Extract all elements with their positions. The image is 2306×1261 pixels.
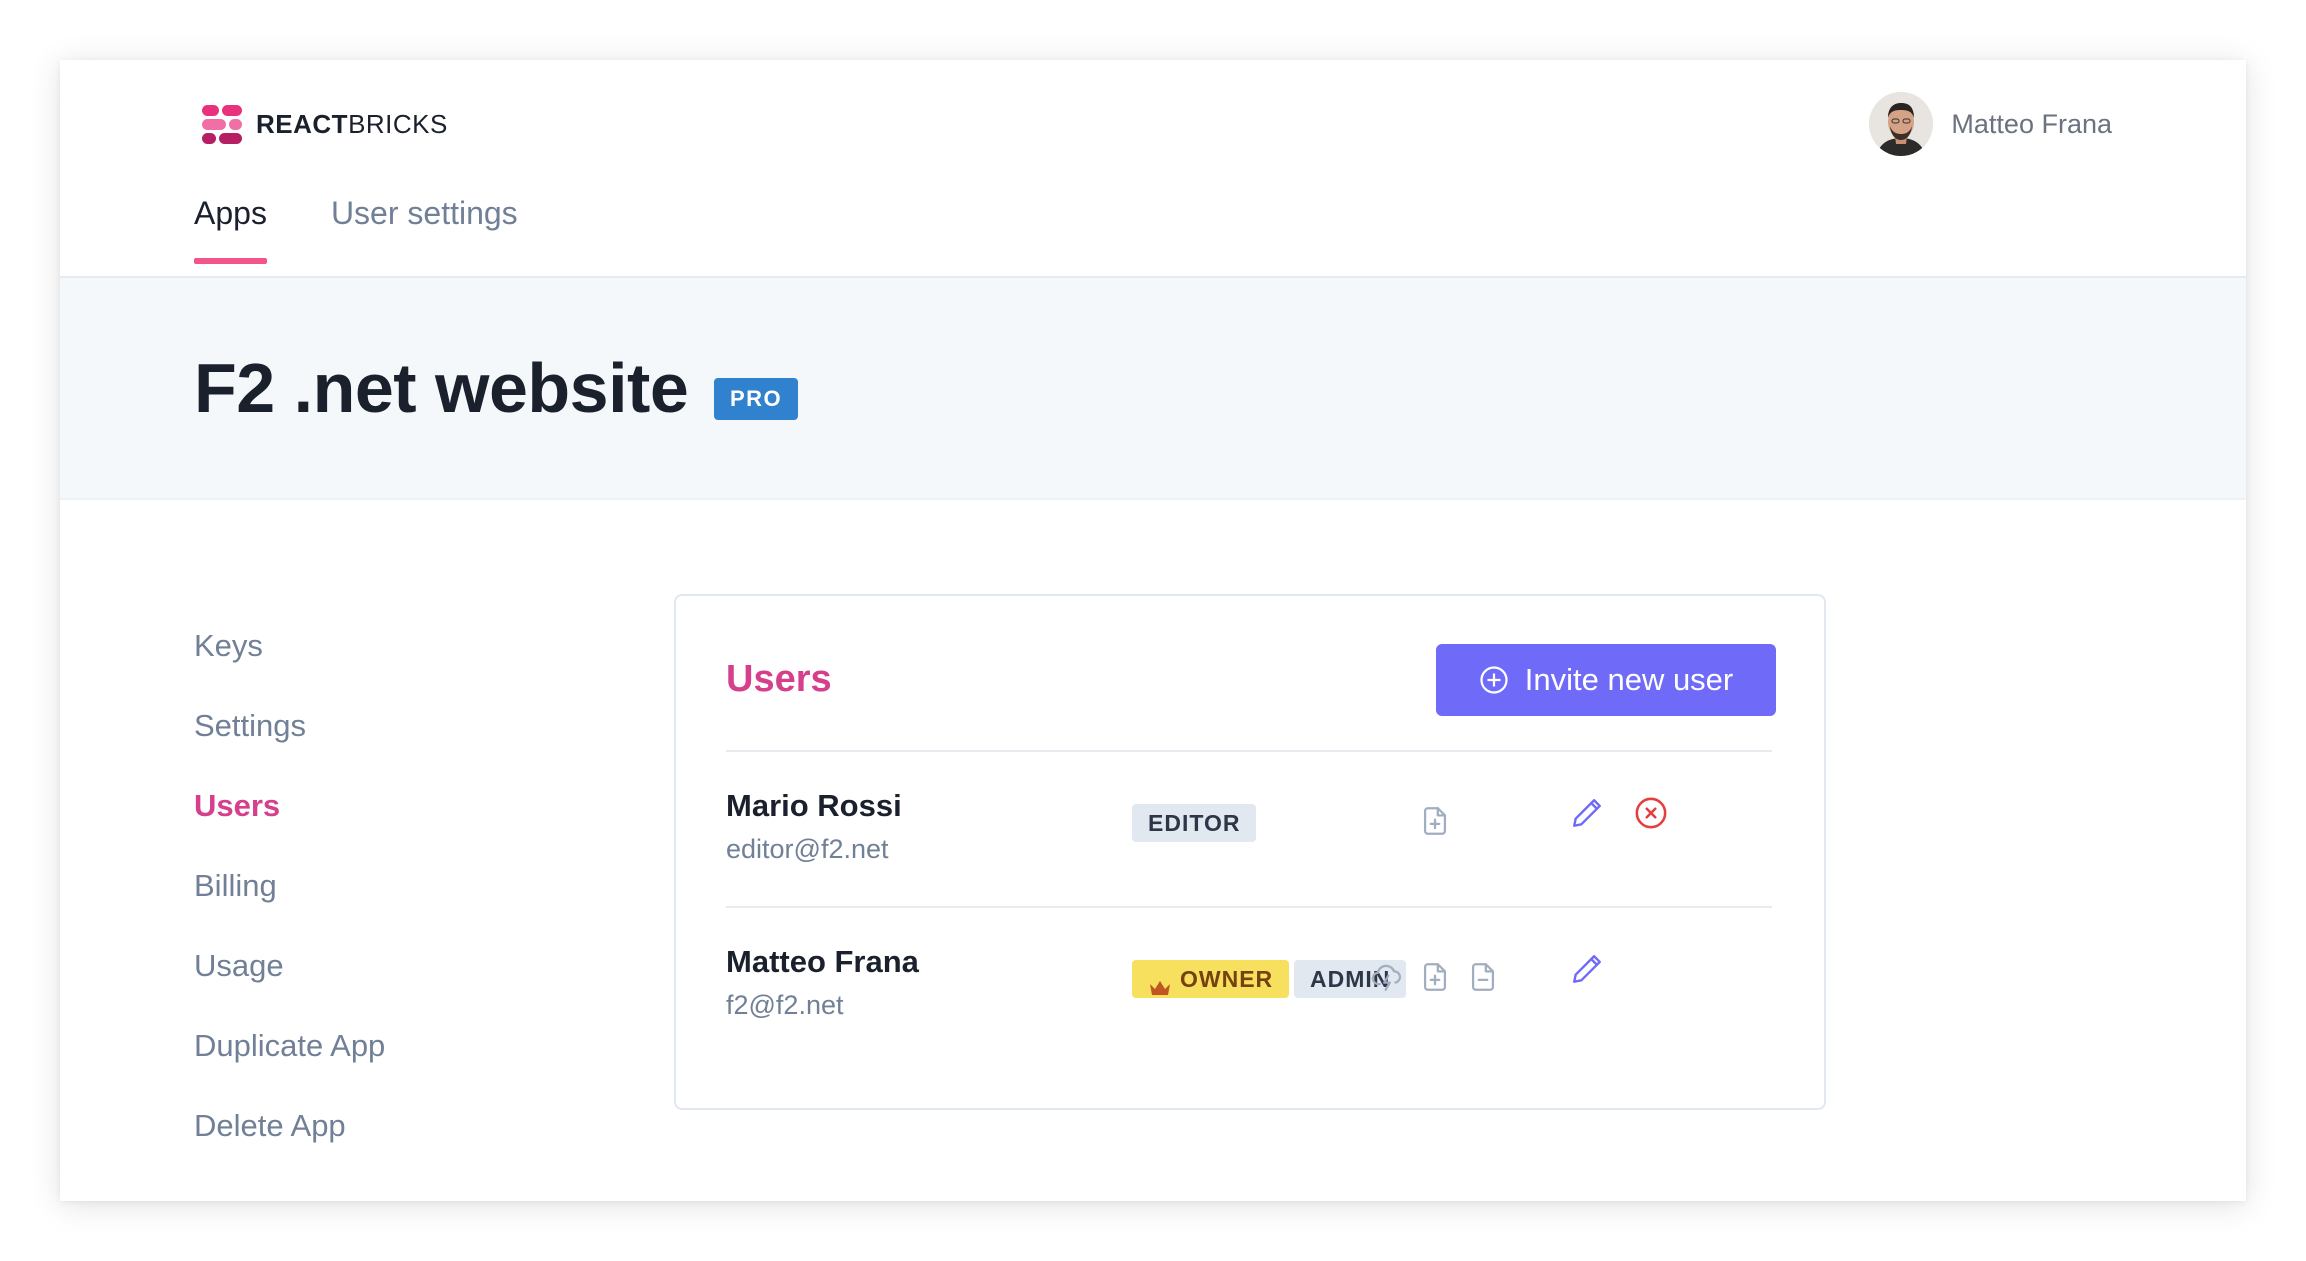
avatar (1869, 92, 1934, 156)
sidebar-item-duplicate-app[interactable]: Duplicate App (194, 1028, 385, 1108)
reactbricks-logo-icon (202, 104, 242, 144)
user-row-name: Mario Rossi (726, 788, 902, 823)
app-sidebar: Keys Settings Users Billing Usage Duplic… (194, 628, 385, 1188)
file-minus-icon (1466, 960, 1500, 994)
role-badge-editor: EDITOR (1132, 804, 1257, 842)
tab-user-settings[interactable]: User settings (331, 195, 518, 262)
user-row-email: editor@f2.net (726, 834, 889, 864)
user-row-email: f2@f2.net (726, 990, 844, 1020)
users-card: Users Invite new user Mario Rossi editor… (674, 594, 1826, 1110)
crown-icon (1148, 970, 1172, 995)
sidebar-item-users[interactable]: Users (194, 788, 385, 868)
file-plus-icon (1418, 804, 1452, 838)
app-header: F2 .net website PRO (60, 278, 2246, 500)
user-menu[interactable]: Matteo Frana (1869, 92, 2112, 156)
brand-logo[interactable]: REACTBRICKS (202, 104, 448, 144)
edit-icon[interactable] (1570, 796, 1604, 830)
role-badge-owner: OWNER (1132, 960, 1290, 998)
top-navigation: REACTBRICKS Matteo Frana Apps User setti (60, 60, 2246, 278)
users-card-title: Users (726, 658, 832, 700)
sidebar-item-settings[interactable]: Settings (194, 708, 385, 788)
edit-icon[interactable] (1570, 952, 1604, 986)
user-row: Matteo Frana f2@f2.net OWNER ADMIN (726, 908, 1772, 1058)
user-row: Mario Rossi editor@f2.net EDITOR (726, 752, 1772, 902)
role-badge-owner-label: OWNER (1180, 966, 1274, 992)
user-name: Matteo Frana (1951, 108, 2112, 139)
plus-circle-icon (1479, 665, 1509, 695)
remove-user-icon[interactable] (1634, 796, 1668, 830)
cloud-lightning-icon (1370, 960, 1404, 994)
sidebar-item-usage[interactable]: Usage (194, 948, 385, 1028)
invite-user-label: Invite new user (1524, 662, 1734, 697)
app-window: REACTBRICKS Matteo Frana Apps User setti (60, 60, 2246, 1201)
invite-user-button[interactable]: Invite new user (1436, 644, 1776, 716)
sidebar-item-billing[interactable]: Billing (194, 868, 385, 948)
brand-name-rest: BRICKS (348, 108, 448, 139)
brand-name: REACTBRICKS (256, 109, 448, 140)
tab-apps[interactable]: Apps (194, 195, 267, 264)
file-plus-icon (1418, 960, 1452, 994)
sidebar-item-delete-app[interactable]: Delete App (194, 1108, 385, 1188)
user-row-name: Matteo Frana (726, 944, 919, 979)
brand-name-bold: REACT (256, 108, 349, 139)
sidebar-item-keys[interactable]: Keys (194, 628, 385, 708)
page-title: F2 .net website (194, 349, 689, 427)
main-tabs: Apps User settings (194, 195, 582, 264)
plan-badge: PRO (714, 378, 799, 420)
